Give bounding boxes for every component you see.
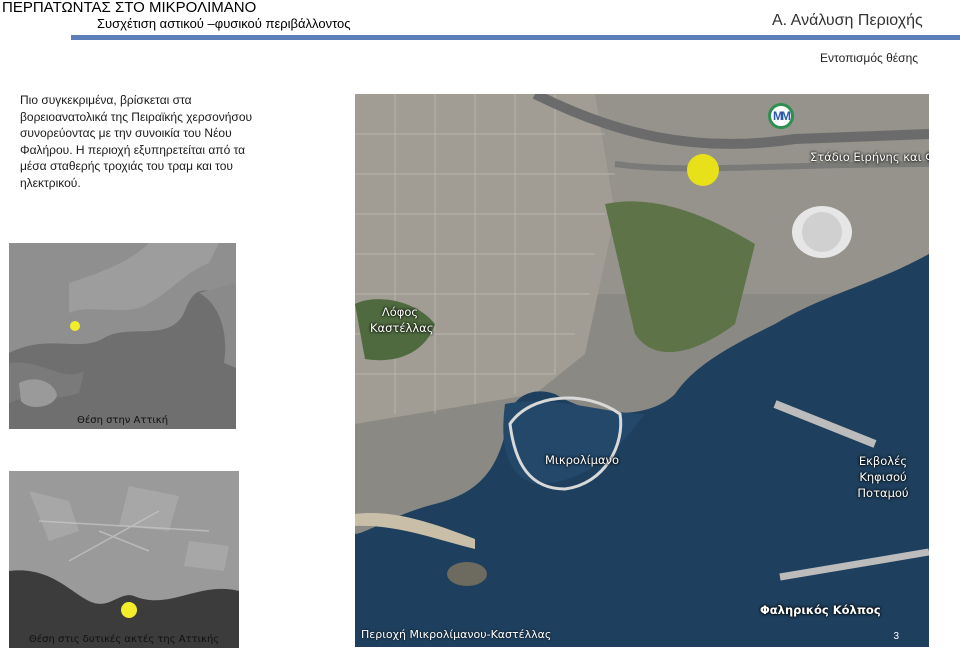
bay-label: Φαληρικός Κόλπος xyxy=(760,603,881,617)
section-title: Α. Ανάλυση Περιοχής xyxy=(772,12,923,29)
attica-caption: Θέση στην Αττική xyxy=(76,415,169,426)
location-marker xyxy=(70,321,80,331)
attica-map-graphic xyxy=(9,243,236,429)
coast-inset-map: Θέση στις δυτικές ακτές της Αττικής xyxy=(9,471,239,648)
satellite-map-graphic xyxy=(355,94,929,647)
header-rule xyxy=(71,35,960,40)
marina-label: Μικρολίμανο xyxy=(545,453,619,467)
location-marker-coast xyxy=(121,602,137,618)
description-text: Πιο συγκεκριμένα, βρίσκεται στα βορειοαν… xyxy=(20,93,253,190)
coast-map-graphic xyxy=(9,471,239,648)
page-number: 3 xyxy=(893,631,899,642)
area-caption: Περιοχή Μικρολίμανου-Καστέλλας xyxy=(361,628,552,641)
page-subtitle: Συσχέτιση αστικού –φυσικού περιβάλλοντος xyxy=(97,16,351,31)
subsection-title: Εντοπισμός θέσης xyxy=(820,51,919,65)
attica-inset-map: Θέση στην Αττική xyxy=(9,243,236,429)
coast-caption: Θέση στις δυτικές ακτές της Αττικής xyxy=(28,634,220,645)
satellite-map: MM Στάδιο Ειρήνης και Φιλίας Λόφος Καστέ… xyxy=(355,94,929,647)
page-title: ΠΕΡΠΑΤΩΝΤΑΣ ΣΤΟ ΜΙΚΡΟΛΙΜΑΝΟ xyxy=(2,0,257,16)
hill-label: Λόφος Καστέλλας xyxy=(370,305,434,335)
stadium-label: Στάδιο Ειρήνης και Φιλίας xyxy=(810,150,929,164)
tram-icon xyxy=(687,154,719,186)
metro-icon: MM xyxy=(768,103,794,129)
river-label: Εκβολές Κηφισού Ποταμού xyxy=(857,454,909,500)
